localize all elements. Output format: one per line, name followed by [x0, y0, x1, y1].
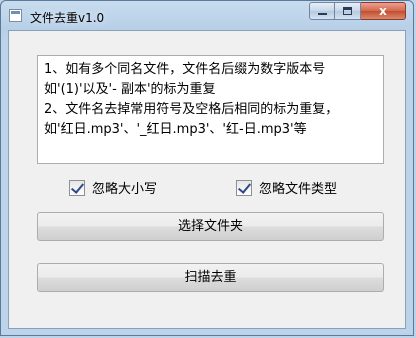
scan-dedupe-button[interactable]: 扫描去重 — [37, 263, 384, 292]
ignore-case-label: 忽略大小写 — [92, 182, 158, 197]
ignore-case-checkbox[interactable]: 忽略大小写 — [69, 178, 157, 197]
ignore-type-checkbox[interactable]: 忽略文件类型 — [236, 178, 337, 197]
ignore-type-label: 忽略文件类型 — [259, 182, 338, 197]
title-bar[interactable]: 文件去重v1.0 x — [1, 1, 413, 29]
select-folder-button[interactable]: 选择文件夹 — [37, 212, 384, 241]
checkbox-checked-icon[interactable] — [236, 179, 252, 196]
checkbox-checked-icon[interactable] — [69, 179, 85, 196]
app-icon — [9, 9, 22, 22]
client-area: 1、如有多个同名文件，文件名后缀为数字版本号 如'(1)'以及'- 副本'的标为… — [8, 30, 406, 329]
close-button[interactable]: x — [361, 2, 406, 20]
minimize-icon — [318, 13, 327, 15]
window-title: 文件去重v1.0 — [30, 11, 105, 25]
info-textbox[interactable]: 1、如有多个同名文件，文件名后缀为数字版本号 如'(1)'以及'- 副本'的标为… — [37, 55, 384, 164]
maximize-button[interactable] — [335, 2, 361, 20]
minimize-button[interactable] — [309, 2, 335, 20]
close-icon: x — [379, 4, 387, 18]
maximize-icon — [343, 7, 352, 15]
app-window: 文件去重v1.0 x 1、如有多个同名文件，文件名后缀为数字版本号 如'(1)'… — [0, 0, 414, 336]
caption-buttons: x — [309, 2, 406, 21]
